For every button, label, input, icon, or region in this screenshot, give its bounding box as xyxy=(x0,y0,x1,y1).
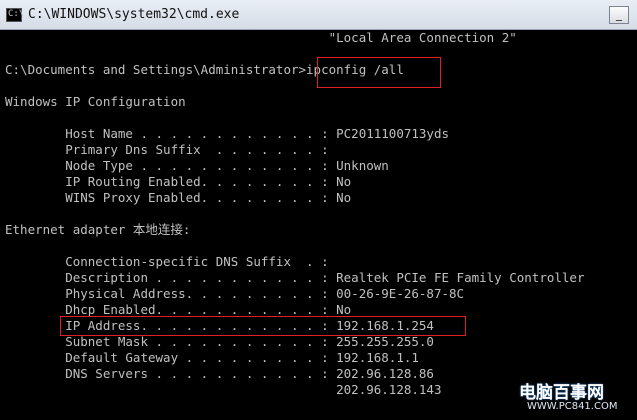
window-title: C:\WINDOWS\system32\cmd.exe xyxy=(28,7,240,22)
console-line: 202.96.128.143 xyxy=(5,382,442,397)
console-line: Physical Address. . . . . . . . . : 00-2… xyxy=(5,286,465,301)
watermark-logo-text: 电脑百事网 xyxy=(519,383,604,403)
console-line: "Local Area Connection 2" xyxy=(5,30,517,45)
cmd-icon: C:\ xyxy=(6,8,24,22)
section-heading: Windows IP Configuration xyxy=(5,94,186,109)
title-bar[interactable]: C:\ C:\WINDOWS\system32\cmd.exe _ xyxy=(0,0,637,30)
console-line: Host Name . . . . . . . . . . . . : PC20… xyxy=(5,126,450,141)
console-line: Subnet Mask . . . . . . . . . . . : 255.… xyxy=(5,334,434,349)
site-watermark: 电脑百事网 WWW.PC841.COM xyxy=(483,378,633,418)
console-line: Node Type . . . . . . . . . . . . : Unkn… xyxy=(5,158,389,173)
ip-highlight-box xyxy=(60,316,466,336)
console-line: Description . . . . . . . . . . . : Real… xyxy=(5,270,585,285)
watermark-url: WWW.PC841.COM xyxy=(527,401,618,412)
console-line: Default Gateway . . . . . . . . . : 192.… xyxy=(5,350,419,365)
console-line: IP Routing Enabled. . . . . . . . : No xyxy=(5,174,352,189)
console-line: Primary Dns Suffix . . . . . . . : xyxy=(5,142,329,157)
section-heading: Ethernet adapter 本地连接: xyxy=(5,222,191,237)
cmd-window: C:\ C:\WINDOWS\system32\cmd.exe _ "Local… xyxy=(0,0,637,420)
command-highlight-box xyxy=(317,57,441,88)
minimize-button[interactable]: _ xyxy=(609,6,629,24)
console-line: Connection-specific DNS Suffix . : xyxy=(5,254,329,269)
console-line: DNS Servers . . . . . . . . . . . : 202.… xyxy=(5,366,434,381)
console-output[interactable]: "Local Area Connection 2" C:\Documents a… xyxy=(0,30,637,420)
console-line: WINS Proxy Enabled. . . . . . . . : No xyxy=(5,190,352,205)
